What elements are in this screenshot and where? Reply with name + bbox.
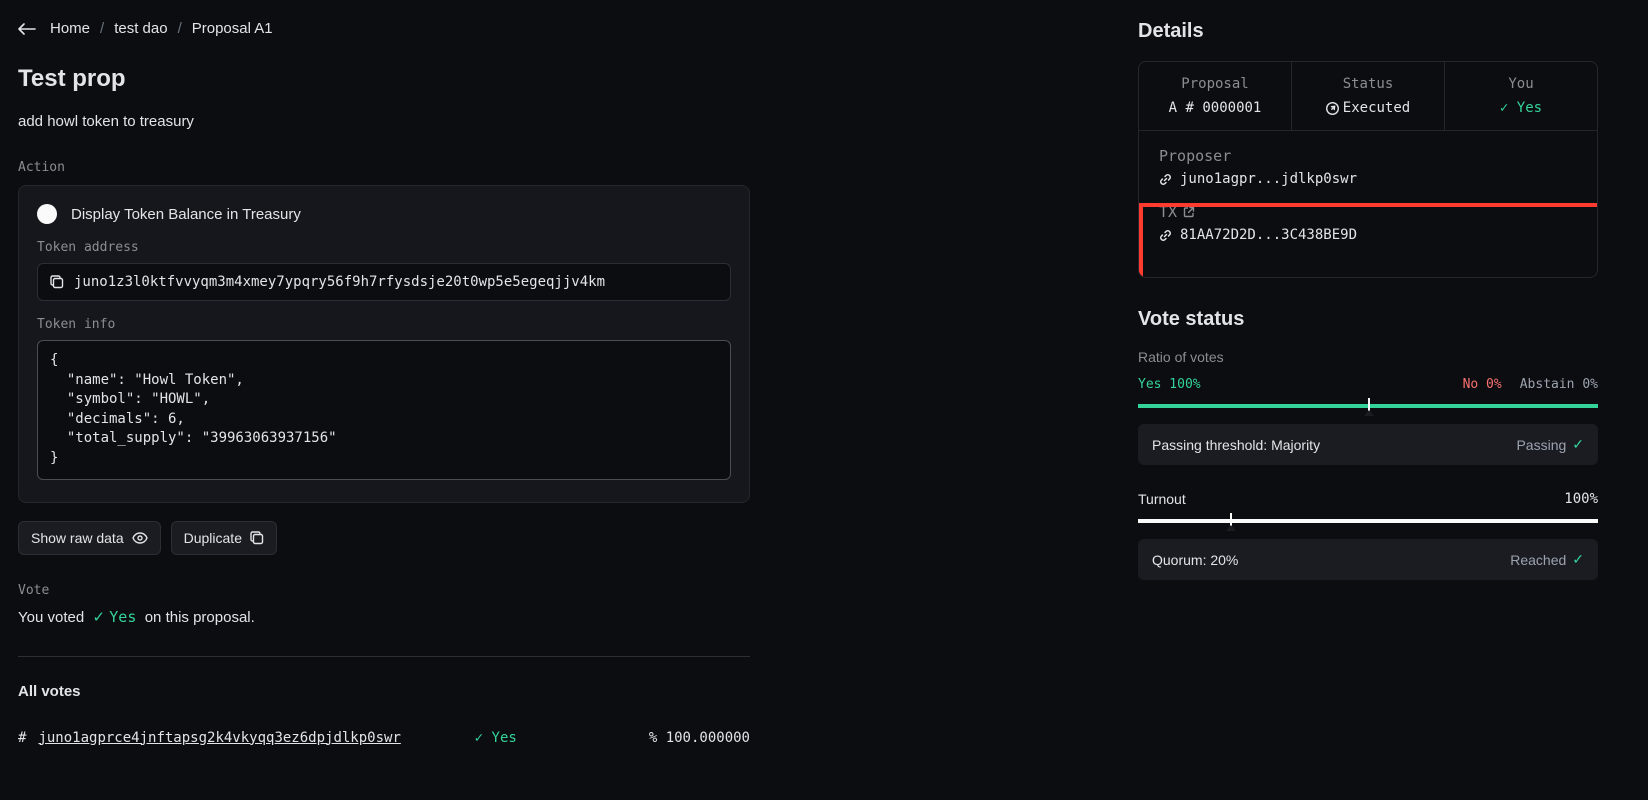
copy-icon bbox=[250, 531, 264, 545]
page-description: add howl token to treasury bbox=[18, 113, 1090, 130]
details-status-value: Executed bbox=[1302, 100, 1434, 116]
tx-label-row[interactable]: TX bbox=[1159, 203, 1577, 221]
token-info-box[interactable]: { "name": "Howl Token", "symbol": "HOWL"… bbox=[37, 340, 731, 480]
ratio-bar bbox=[1138, 404, 1598, 408]
ratio-bar-triangle bbox=[1364, 410, 1374, 416]
proposer-label: Proposer bbox=[1159, 147, 1577, 165]
vote-suffix: on this proposal. bbox=[145, 609, 255, 626]
details-you-cell: You ✓ Yes bbox=[1445, 62, 1597, 130]
ratio-label: Ratio of votes bbox=[1138, 349, 1598, 365]
turnout-bar-fill bbox=[1138, 519, 1598, 523]
vote-row: # juno1agprce4jnftapsg2k4vkyqq3ez6dpjdlk… bbox=[18, 730, 750, 746]
vote-line: You voted ✓ Yes on this proposal. bbox=[18, 608, 1090, 626]
action-section-label: Action bbox=[18, 160, 1090, 175]
proposer-value-row[interactable]: juno1agpr...jdlkp0swr bbox=[1159, 171, 1577, 187]
turnout-bar bbox=[1138, 519, 1598, 523]
tx-label: TX bbox=[1159, 203, 1177, 221]
breadcrumb-proposal[interactable]: Proposal A1 bbox=[192, 20, 273, 37]
check-icon: ✓ bbox=[1572, 436, 1584, 453]
token-address-value: juno1z3l0ktfvvyqm3m4xmey7ypqry56f9h7rfys… bbox=[74, 274, 605, 290]
voter-address[interactable]: juno1agprce4jnftapsg2k4vkyqq3ez6dpjdlkp0… bbox=[38, 730, 400, 746]
threshold-label: Passing threshold: Majority bbox=[1152, 437, 1320, 453]
token-address-box[interactable]: juno1z3l0ktfvvyqm3m4xmey7ypqry56f9h7rfys… bbox=[37, 263, 731, 301]
token-info-label: Token info bbox=[37, 317, 731, 332]
turnout-pct: 100% bbox=[1564, 491, 1598, 507]
details-card: Proposal A # 0000001 Status Executed You… bbox=[1138, 61, 1598, 278]
details-proposal-cell: Proposal A # 0000001 bbox=[1139, 62, 1292, 130]
check-icon: ✓ bbox=[475, 730, 492, 746]
threshold-box: Passing threshold: Majority Passing ✓ bbox=[1138, 424, 1598, 465]
vote-row-vote: Yes bbox=[492, 730, 517, 746]
turnout-label: Turnout bbox=[1138, 491, 1186, 507]
duplicate-button[interactable]: Duplicate bbox=[171, 521, 277, 555]
details-proposal-value: A # 0000001 bbox=[1149, 100, 1281, 116]
back-arrow-icon[interactable] bbox=[18, 23, 36, 35]
divider bbox=[18, 656, 750, 657]
breadcrumb: Home / test dao / Proposal A1 bbox=[18, 20, 1090, 37]
vote-section-label: Vote bbox=[18, 583, 1090, 598]
action-dot-icon bbox=[37, 204, 57, 224]
link-icon bbox=[1159, 173, 1172, 186]
turnout-bar-triangle bbox=[1226, 525, 1236, 531]
eye-icon bbox=[132, 532, 148, 544]
vote-value: Yes bbox=[109, 608, 136, 626]
details-status-cell: Status Executed bbox=[1292, 62, 1445, 130]
vote-prefix: You voted bbox=[18, 609, 84, 626]
quorum-label: Quorum: 20% bbox=[1152, 552, 1238, 568]
executed-icon bbox=[1326, 102, 1339, 115]
proposer-value: juno1agpr...jdlkp0swr bbox=[1180, 171, 1357, 187]
show-raw-data-button[interactable]: Show raw data bbox=[18, 521, 161, 555]
duplicate-label: Duplicate bbox=[184, 530, 242, 546]
copy-icon[interactable] bbox=[50, 275, 64, 289]
page-title: Test prop bbox=[18, 65, 1090, 93]
action-title: Display Token Balance in Treasury bbox=[71, 206, 301, 223]
breadcrumb-sep: / bbox=[178, 20, 182, 37]
ratio-abstain: Abstain 0% bbox=[1520, 377, 1598, 392]
breadcrumb-sep: / bbox=[100, 20, 104, 37]
link-icon bbox=[1159, 229, 1172, 242]
ratio-yes: Yes 100% bbox=[1138, 377, 1201, 392]
show-raw-data-label: Show raw data bbox=[31, 530, 124, 546]
breadcrumb-home[interactable]: Home bbox=[50, 20, 90, 37]
vote-status-title: Vote status bbox=[1138, 308, 1598, 331]
threshold-status: Passing bbox=[1516, 437, 1566, 453]
details-you-label: You bbox=[1455, 76, 1587, 92]
check-icon: ✓ bbox=[93, 609, 110, 626]
tx-value: 81AA72D2D...3C438BE9D bbox=[1180, 227, 1357, 243]
ratio-no: No 0% bbox=[1463, 377, 1502, 392]
token-address-label: Token address bbox=[37, 240, 731, 255]
quorum-status: Reached bbox=[1510, 552, 1566, 568]
tx-value-row[interactable]: 81AA72D2D...3C438BE9D bbox=[1159, 227, 1577, 243]
details-status-label: Status bbox=[1302, 76, 1434, 92]
details-you-value: ✓ Yes bbox=[1455, 100, 1587, 116]
details-proposal-label: Proposal bbox=[1149, 76, 1281, 92]
quorum-box: Quorum: 20% Reached ✓ bbox=[1138, 539, 1598, 580]
pct-prefix: % bbox=[649, 730, 657, 746]
check-icon: ✓ bbox=[1572, 551, 1584, 568]
hash-prefix: # bbox=[18, 730, 26, 746]
external-link-icon bbox=[1183, 206, 1195, 218]
all-votes-title: All votes bbox=[18, 683, 1090, 700]
action-card: Display Token Balance in Treasury Token … bbox=[18, 185, 750, 503]
breadcrumb-dao[interactable]: test dao bbox=[114, 20, 167, 37]
check-icon: ✓ bbox=[1500, 100, 1517, 116]
vote-row-pct: 100.000000 bbox=[666, 730, 750, 746]
details-title: Details bbox=[1138, 20, 1598, 43]
